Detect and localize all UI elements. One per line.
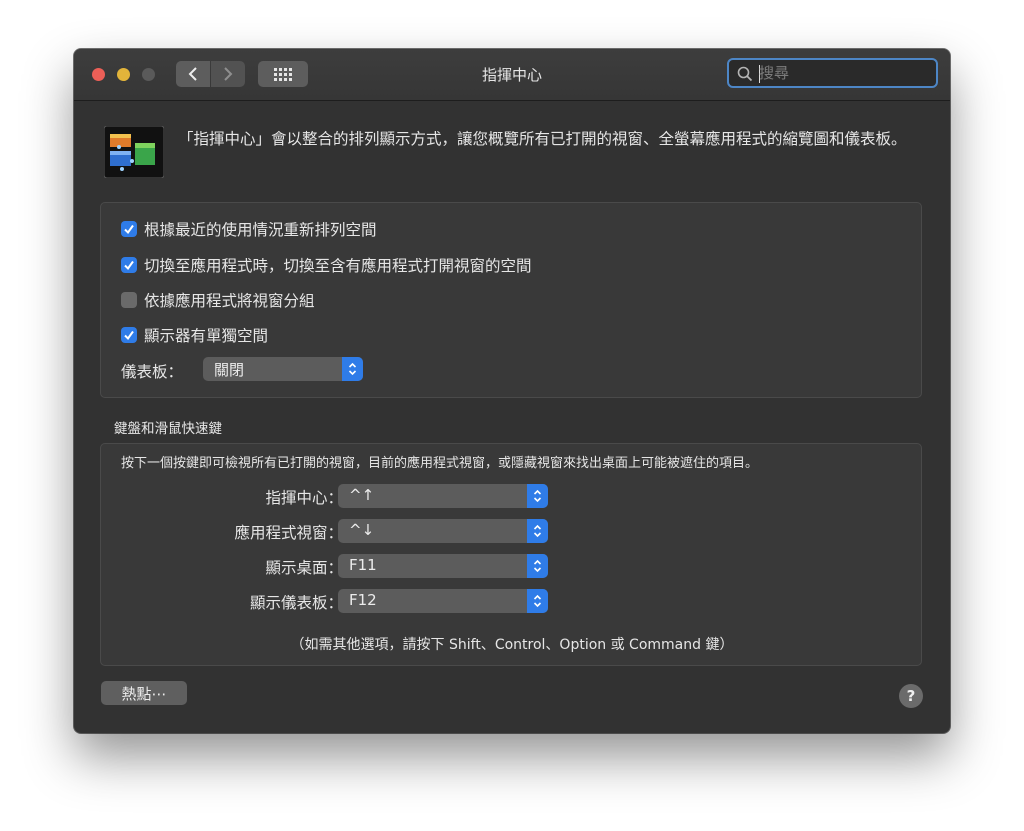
search-icon: [737, 66, 753, 82]
search-input[interactable]: [759, 63, 929, 83]
shortcut-value: F12: [349, 591, 377, 609]
shortcut-label: 應用程式視窗：: [234, 524, 343, 542]
help-button[interactable]: ?: [899, 684, 923, 708]
option-rearrange[interactable]: 根據最近的使用情況重新排列空間: [121, 218, 377, 240]
shortcut-show-dashboard-select[interactable]: F12: [338, 589, 548, 613]
updown-arrows-icon: [342, 357, 363, 381]
shortcuts-title: 鍵盤和滑鼠快速鍵: [114, 421, 222, 437]
option-label: 切換至應用程式時，切換至含有應用程式打開視窗的空間: [144, 257, 532, 275]
shortcut-label: 指揮中心：: [265, 489, 343, 507]
shortcut-value: ^↑: [349, 486, 375, 504]
search-field[interactable]: [727, 58, 938, 88]
checkbox[interactable]: [121, 221, 137, 237]
option-label: 顯示器有單獨空間: [144, 327, 269, 345]
option-switch-space[interactable]: 切換至應用程式時，切換至含有應用程式打開視窗的空間: [121, 254, 532, 276]
checkbox[interactable]: [121, 257, 137, 273]
option-label: 依據應用程式將視窗分組: [144, 292, 315, 310]
shortcut-app-windows-select[interactable]: ^↓: [338, 519, 548, 543]
shortcut-show-desktop-select[interactable]: F11: [338, 554, 548, 578]
updown-arrows-icon: [527, 519, 548, 543]
shortcuts-panel: 按下一個按鍵即可檢視所有已打開的視窗，目前的應用程式視窗，或隱藏視窗來找出桌面上…: [100, 443, 922, 666]
option-group-windows[interactable]: 依據應用程式將視窗分組: [121, 289, 315, 311]
shortcut-label: 顯示儀表板：: [249, 594, 343, 612]
hot-corners-button[interactable]: 熱點⋯: [101, 681, 187, 705]
description: 「指揮中心」會以整合的排列顯示方式，讓您概覽所有已打開的視窗、全螢幕應用程式的縮…: [178, 130, 907, 148]
shortcut-label: 顯示桌面：: [265, 559, 343, 577]
checkmark-icon: [124, 224, 134, 235]
dashboard-select[interactable]: 關閉: [203, 357, 363, 381]
shortcut-mission-control-select[interactable]: ^↑: [338, 484, 548, 508]
mission-control-app-icon: [104, 126, 164, 178]
updown-arrows-icon: [527, 484, 548, 508]
preferences-window: 指揮中心 「指揮中心」會以整合的排列顯示方式，讓您概覽所有已打開的視窗、全螢幕應…: [74, 49, 950, 733]
option-separate-spaces[interactable]: 顯示器有單獨空間: [121, 324, 268, 346]
updown-arrows-icon: [527, 554, 548, 578]
updown-arrows-icon: [527, 589, 548, 613]
option-label: 根據最近的使用情況重新排列空間: [144, 221, 377, 239]
dashboard-label: 儀表板：: [121, 363, 184, 381]
checkbox[interactable]: [121, 327, 137, 343]
options-panel: 根據最近的使用情況重新排列空間 切換至應用程式時，切換至含有應用程式打開視窗的空…: [100, 202, 922, 398]
checkbox[interactable]: [121, 292, 137, 308]
dashboard-value: 關閉: [214, 361, 245, 379]
title-bar: 指揮中心: [74, 49, 950, 101]
checkmark-icon: [124, 330, 134, 341]
checkmark-icon: [124, 260, 134, 271]
modifier-note: （如需其他選項，請按下 Shift、Control、Option 或 Comma…: [290, 637, 734, 653]
shortcut-value: ^↓: [349, 521, 375, 539]
shortcut-value: F11: [349, 556, 377, 574]
shortcuts-subtitle: 按下一個按鍵即可檢視所有已打開的視窗，目前的應用程式視窗，或隱藏視窗來找出桌面上…: [121, 456, 759, 471]
